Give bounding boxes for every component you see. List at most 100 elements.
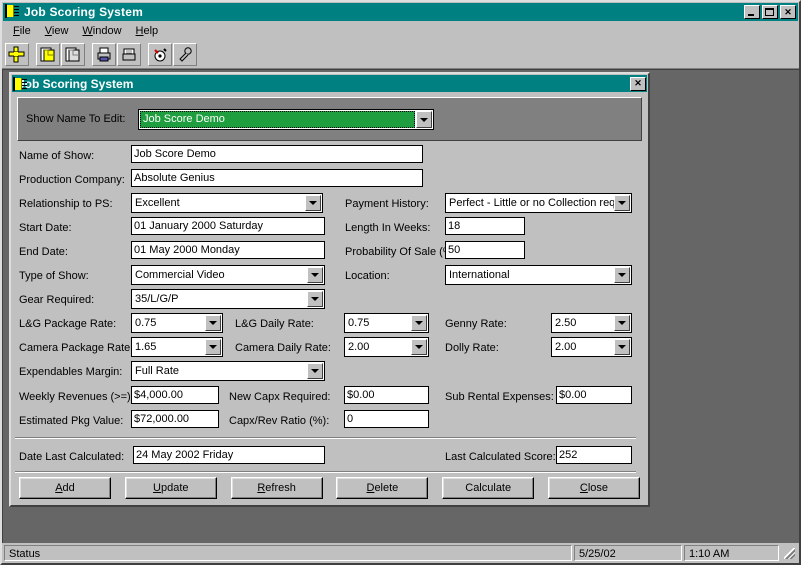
weekly-revenues-input[interactable]: $4,000.00 — [131, 386, 219, 404]
type-of-show-combo[interactable]: Commercial Video — [131, 265, 325, 285]
maximize-button[interactable] — [762, 5, 778, 19]
add-button[interactable]: Add — [19, 477, 111, 499]
chevron-down-icon[interactable] — [614, 315, 630, 331]
chevron-down-icon[interactable] — [307, 291, 323, 307]
relationship-to-ps-value: Excellent — [135, 197, 180, 209]
capx-rev-ratio-input[interactable]: 0 — [344, 410, 429, 428]
main-titlebar: Job Scoring System ✕ — [3, 3, 798, 21]
toolbar-copy-button[interactable] — [36, 43, 60, 66]
production-company-input[interactable]: Absolute Genius — [131, 169, 423, 187]
delete-button[interactable]: Delete — [336, 477, 429, 499]
chevron-down-icon[interactable] — [205, 339, 221, 355]
sub-rental-expenses-input[interactable]: $0.00 — [556, 386, 632, 404]
length-in-weeks-label: Length In Weeks: — [345, 222, 431, 234]
chevron-down-icon[interactable] — [411, 315, 427, 331]
end-date-input[interactable]: 01 May 2000 Monday — [131, 241, 325, 259]
chevron-down-icon[interactable] — [307, 363, 323, 379]
toolbar-print-preview-button[interactable] — [117, 43, 141, 66]
probability-of-sale-label: Probability Of Sale (%): — [345, 246, 460, 258]
toolbar-paste-button[interactable] — [61, 43, 85, 66]
chevron-down-icon[interactable] — [416, 111, 432, 128]
camera-daily-rate-combo[interactable]: 2.00 — [344, 337, 429, 357]
estimated-pkg-value-label: Estimated Pkg Value: — [19, 415, 124, 427]
type-of-show-value: Commercial Video — [135, 269, 225, 281]
menubar: File View Window Help — [2, 22, 799, 41]
statusbar: Status 5/25/02 1:10 AM — [2, 543, 799, 563]
relationship-to-ps-combo[interactable]: Excellent — [131, 193, 323, 213]
close-icon: ✕ — [784, 6, 792, 17]
toolbar-tools-button[interactable] — [148, 43, 172, 66]
menu-view[interactable]: View — [38, 23, 76, 39]
camera-package-rate-combo[interactable]: 1.65 — [131, 337, 223, 357]
chevron-down-icon[interactable] — [614, 195, 630, 211]
app-ruler-icon — [5, 4, 21, 19]
chevron-down-icon[interactable] — [307, 267, 323, 283]
lg-package-rate-combo[interactable]: 0.75 — [131, 313, 223, 333]
close-icon: ✕ — [634, 78, 642, 88]
expendables-margin-value: Full Rate — [135, 365, 180, 377]
name-of-show-input[interactable]: Job Score Demo — [131, 145, 423, 163]
new-capx-required-input[interactable]: $0.00 — [344, 386, 429, 404]
menu-help[interactable]: Help — [129, 23, 166, 39]
probability-of-sale-input[interactable]: 50 — [445, 241, 525, 259]
child-close-button[interactable]: ✕ — [630, 76, 646, 91]
show-selector-panel: Show Name To Edit: Job Score Demo — [17, 97, 642, 141]
chevron-down-icon[interactable] — [614, 267, 630, 283]
application-window: Job Scoring System ✕ File View Window He… — [0, 0, 801, 565]
capx-rev-ratio-label: Capx/Rev Ratio (%): — [229, 415, 330, 427]
genny-rate-label: Genny Rate: — [445, 318, 507, 330]
chevron-down-icon[interactable] — [205, 315, 221, 331]
relationship-to-ps-label: Relationship to PS: — [19, 198, 113, 210]
lg-package-rate-value: 0.75 — [135, 317, 157, 329]
form-divider-top — [15, 437, 636, 439]
refresh-button[interactable]: Refresh — [230, 477, 323, 499]
paste-icon — [65, 47, 80, 62]
toolbar-print-button[interactable] — [92, 43, 116, 66]
dolly-rate-combo[interactable]: 2.00 — [551, 337, 632, 357]
close-form-button[interactable]: Close — [547, 477, 640, 499]
form-divider-bottom — [15, 471, 636, 473]
status-date: 5/25/02 — [574, 545, 682, 561]
child-window-title: Job Scoring System — [18, 76, 134, 91]
chevron-down-icon[interactable] — [411, 339, 427, 355]
payment-history-value: Perfect - Little or no Collection requi — [449, 197, 614, 209]
mdi-client-area: Job Scoring System ✕ Show Name To Edit: … — [2, 69, 799, 543]
location-combo[interactable]: International — [445, 265, 632, 285]
toolbar-new-record-button[interactable] — [5, 43, 29, 66]
resize-grip[interactable] — [781, 545, 797, 561]
status-text: Status — [4, 545, 572, 561]
camera-daily-rate-value: 2.00 — [348, 341, 370, 353]
last-calculated-score-input[interactable]: 252 — [556, 446, 632, 464]
update-button[interactable]: Update — [124, 477, 217, 499]
length-in-weeks-input[interactable]: 18 — [445, 217, 525, 235]
app-title: Job Scoring System — [24, 5, 143, 19]
genny-rate-value: 2.50 — [555, 317, 577, 329]
date-last-calculated-label: Date Last Calculated: — [19, 451, 125, 463]
gear-required-combo[interactable]: 35/L/G/P — [131, 289, 325, 309]
chevron-down-icon[interactable] — [305, 195, 321, 211]
show-name-to-edit-combo[interactable]: Job Score Demo — [138, 109, 434, 130]
date-last-calculated-input[interactable]: 24 May 2002 Friday — [133, 446, 325, 464]
estimated-pkg-value-input[interactable]: $72,000.00 — [131, 410, 219, 428]
expendables-margin-combo[interactable]: Full Rate — [131, 361, 325, 381]
lg-daily-rate-combo[interactable]: 0.75 — [344, 313, 429, 333]
dolly-rate-value: 2.00 — [555, 341, 577, 353]
job-scoring-form: Name of Show: Job Score Demo Production … — [11, 141, 648, 505]
toolbar-settings-button[interactable] — [173, 43, 197, 66]
start-date-label: Start Date: — [19, 222, 72, 234]
end-date-label: End Date: — [19, 246, 68, 258]
start-date-input[interactable]: 01 January 2000 Saturday — [131, 217, 325, 235]
minimize-button[interactable] — [744, 5, 760, 19]
tools-icon — [154, 48, 167, 62]
payment-history-combo[interactable]: Perfect - Little or no Collection requi — [445, 193, 632, 213]
lg-package-rate-label: L&G Package Rate: — [19, 318, 117, 330]
last-calculated-score-label: Last Calculated Score: — [445, 451, 556, 463]
calculate-button[interactable]: Calculate — [442, 477, 535, 499]
menu-window[interactable]: Window — [75, 23, 128, 39]
close-button[interactable]: ✕ — [780, 5, 796, 19]
genny-rate-combo[interactable]: 2.50 — [551, 313, 632, 333]
gear-required-label: Gear Required: — [19, 294, 95, 306]
location-value: International — [449, 269, 510, 281]
menu-file[interactable]: File — [6, 23, 38, 39]
chevron-down-icon[interactable] — [614, 339, 630, 355]
